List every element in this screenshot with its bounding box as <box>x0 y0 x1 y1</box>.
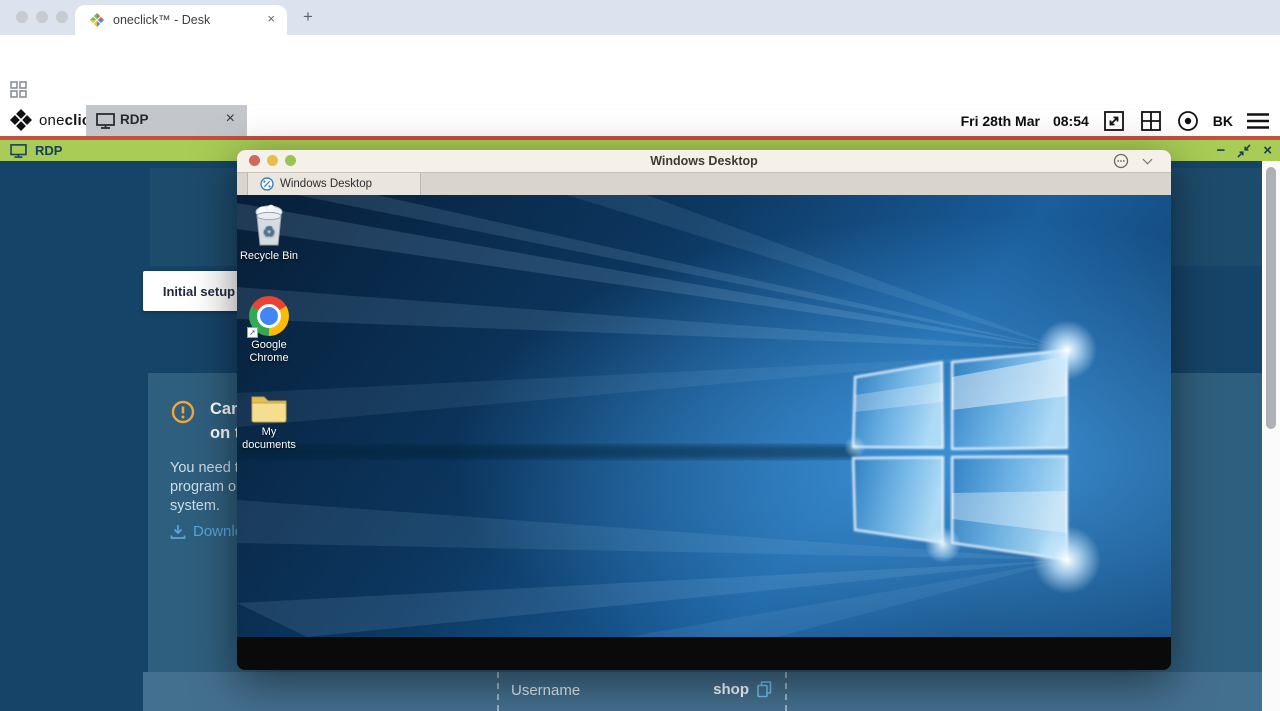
desktop-icon-label: My documents <box>237 426 301 452</box>
layout-grid-icon[interactable] <box>1139 109 1163 133</box>
browser-tab-strip: oneclick™ - Desk × + <box>0 0 1280 35</box>
new-tab-button[interactable]: + <box>298 7 318 27</box>
apps-grid-icon[interactable] <box>10 81 27 98</box>
username-value: shop <box>713 681 749 698</box>
warning-icon <box>171 400 195 424</box>
desktop-icon-my-documents[interactable]: My documents <box>237 383 301 452</box>
session-minimize-icon[interactable]: − <box>1216 143 1225 158</box>
download-link-row[interactable]: Downlo <box>170 523 243 540</box>
folder-icon <box>237 383 301 423</box>
download-link-label[interactable]: Downlo <box>193 523 243 540</box>
record-icon[interactable] <box>1176 109 1200 133</box>
desktop-icon-recycle-bin[interactable]: ♻ Recycle Bin <box>237 203 301 263</box>
download-link-icon <box>170 524 186 540</box>
notice-body-line1: You need t <box>170 460 239 476</box>
browser-toolbar: ← → ⟳ oneclick.services ☆ ⋮ <box>0 35 1280 70</box>
vm-window[interactable]: Windows Desktop Windows Desktop <box>237 150 1171 670</box>
browser-tab-title: oneclick™ - Desk <box>113 13 210 27</box>
vm-title-bar[interactable]: Windows Desktop <box>237 150 1171 172</box>
recycle-bin-icon: ♻ <box>237 203 301 247</box>
session-label: RDP <box>35 143 62 158</box>
oneclick-favicon <box>89 12 105 28</box>
mac-close-button[interactable] <box>16 11 28 23</box>
credentials-row: Username shop <box>143 672 1262 711</box>
app-tab-close-icon[interactable]: × <box>226 110 235 128</box>
session-collapse-icon[interactable] <box>1237 144 1251 158</box>
copy-icon[interactable] <box>757 681 772 698</box>
notice-body-line3: system. <box>170 498 220 514</box>
monitor-icon <box>10 144 27 158</box>
page-scrollbar-track[interactable] <box>1262 161 1280 711</box>
vm-tab-windows-desktop[interactable]: Windows Desktop <box>247 173 421 196</box>
session-controls: − × <box>1216 140 1272 161</box>
header-right-cluster: Fri 28th Mar 08:54 BK <box>961 105 1270 136</box>
chrome-icon: ➚ <box>237 292 301 336</box>
fullscreen-icon[interactable] <box>1102 109 1126 133</box>
mac-minimize-button[interactable] <box>36 11 48 23</box>
session-label-group: RDP <box>10 140 62 161</box>
vm-tab-icon <box>260 177 274 191</box>
desktop-icon-label: Google Chrome <box>237 339 301 365</box>
username-value-group: shop <box>713 681 772 698</box>
desktop-icon-google-chrome[interactable]: ➚ Google Chrome <box>237 292 301 365</box>
browser-tab[interactable]: oneclick™ - Desk × <box>75 5 287 35</box>
app-tab-label: RDP <box>120 112 149 127</box>
mac-zoom-button[interactable] <box>56 11 68 23</box>
page-scrollbar-thumb[interactable] <box>1266 167 1276 429</box>
notice-body-line2: program o <box>170 479 236 495</box>
app-header: oneclick™ RDP × Fri 28th Mar 08:54 BK <box>0 105 1280 136</box>
shortcut-arrow-badge: ➚ <box>247 327 258 338</box>
session-close-icon[interactable]: × <box>1263 143 1272 158</box>
vm-tab-label: Windows Desktop <box>280 178 372 190</box>
windows-desktop: ♻ Recycle Bin ➚ Google Chrome My docume <box>237 195 1171 637</box>
monitor-icon <box>96 113 115 129</box>
header-date: Fri 28th Mar <box>961 113 1040 129</box>
hamburger-menu-icon[interactable] <box>1246 112 1270 130</box>
username-label: Username <box>511 682 580 699</box>
vm-more-options-icon[interactable] <box>1113 153 1129 169</box>
credentials-cell: Username shop <box>497 672 787 711</box>
user-initials-badge[interactable]: BK <box>1213 113 1233 129</box>
vm-tab-strip: Windows Desktop <box>237 172 1171 195</box>
oneclick-logo-icon <box>8 107 34 133</box>
app-tab-rdp[interactable]: RDP × <box>86 105 247 136</box>
windows-wallpaper <box>237 195 1171 637</box>
vm-window-title: Windows Desktop <box>237 154 1171 168</box>
tab-close-icon[interactable]: × <box>267 11 275 26</box>
page-top-area <box>0 70 1280 105</box>
header-time: 08:54 <box>1053 113 1089 129</box>
desktop-icon-label: Recycle Bin <box>237 250 301 263</box>
svg-text:♻: ♻ <box>263 223 276 239</box>
